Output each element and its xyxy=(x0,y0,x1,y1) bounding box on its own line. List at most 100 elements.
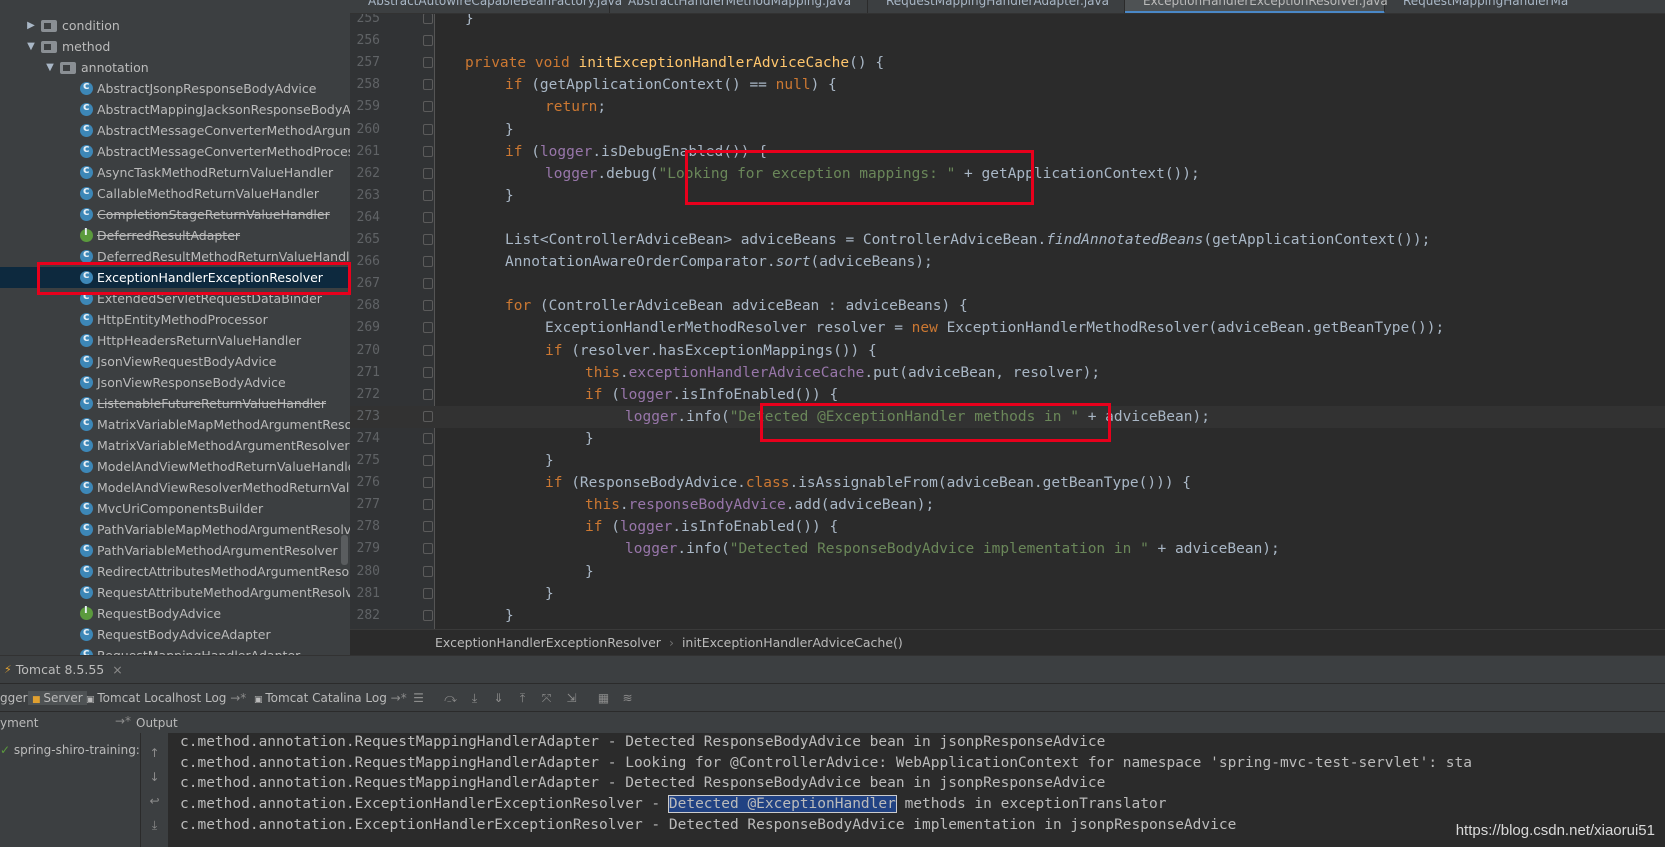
tree-class-item[interactable]: RedirectAttributesMethodArgumentResolve xyxy=(0,561,350,582)
tree-folder-item[interactable]: ▶ condition xyxy=(0,15,350,36)
run-tab-debugger[interactable]: gger xyxy=(0,691,28,705)
run-tab-localhost-log[interactable]: ▣ Tomcat Localhost Log →* xyxy=(86,691,246,705)
run-config-tab[interactable]: Tomcat 8.5.55 xyxy=(16,662,105,677)
run-tab-catalina-log[interactable]: ▣ Tomcat Catalina Log →* xyxy=(254,691,407,705)
tree-class-item[interactable]: MatrixVariableMethodArgumentResolver xyxy=(0,435,350,456)
code-editor[interactable]: 255} 256 257 private void initExceptionHand… xyxy=(350,14,1665,629)
tree-class-item[interactable]: ExceptionHandlerExceptionResolver xyxy=(0,267,350,288)
trace-icon[interactable]: ≋ xyxy=(621,692,634,704)
fold-marker-icon[interactable] xyxy=(423,455,433,466)
tree-class-item[interactable]: ListenableFutureReturnValueHandler xyxy=(0,393,350,414)
fold-marker-icon[interactable] xyxy=(423,477,433,489)
run-tab-server[interactable]: ■ Server xyxy=(28,691,87,705)
fold-marker-icon[interactable] xyxy=(423,587,433,599)
class-icon xyxy=(80,142,93,158)
deployment-item[interactable]: ✓ spring-shiro-training:w xyxy=(0,743,150,757)
line-number: 268 xyxy=(356,298,380,314)
breadcrumb-method[interactable]: initExceptionHandlerAdviceCache() xyxy=(682,635,903,650)
fold-marker-icon[interactable] xyxy=(423,344,433,356)
tree-class-item[interactable]: HttpHeadersReturnValueHandler xyxy=(0,330,350,351)
line-number: 255 xyxy=(356,14,380,26)
breadcrumb-class[interactable]: ExceptionHandlerExceptionResolver xyxy=(435,635,661,650)
tree-class-item[interactable]: AbstractMessageConverterMethodArgume xyxy=(0,120,350,141)
expand-arrow-icon[interactable]: ▼ xyxy=(25,41,37,52)
fold-marker-icon[interactable] xyxy=(423,145,433,157)
tree-scrollbar[interactable] xyxy=(341,535,348,565)
tree-class-item[interactable]: MvcUriComponentsBuilder xyxy=(0,498,350,519)
tree-class-item[interactable]: AsyncTaskMethodReturnValueHandler xyxy=(0,162,350,183)
step-into-icon[interactable]: ⤓ xyxy=(468,692,481,704)
fold-marker-icon[interactable] xyxy=(423,388,433,400)
run-to-cursor-icon[interactable]: ⇲ xyxy=(565,692,578,704)
expand-arrow-icon[interactable]: ▼ xyxy=(44,62,56,73)
code-text: List<ControllerAdviceBean> adviceBeans =… xyxy=(505,229,1430,251)
fold-marker-icon[interactable] xyxy=(423,57,433,69)
tree-class-item[interactable]: RequestAttributeMethodArgumentResolver xyxy=(0,582,350,603)
fold-marker-icon[interactable] xyxy=(423,189,433,201)
tree-folder-item[interactable]: ▼ method xyxy=(0,36,350,57)
editor-tab[interactable]: AbstractHandlerMethodMapping.java xyxy=(610,0,868,13)
tree-class-item[interactable]: ExtendedServletRequestDataBinder xyxy=(0,288,350,309)
tree-class-item[interactable]: DeferredResultAdapter xyxy=(0,225,350,246)
tree-class-item[interactable]: RequestBodyAdviceAdapter xyxy=(0,624,350,645)
fold-marker-icon[interactable] xyxy=(423,167,433,179)
fold-marker-icon[interactable] xyxy=(423,543,433,555)
console-output[interactable]: c.method.annotation.RequestMappingHandle… xyxy=(168,733,1665,847)
fold-marker-icon[interactable] xyxy=(423,101,433,113)
fold-marker-icon[interactable] xyxy=(423,14,433,24)
tree-class-item[interactable]: MatrixVariableMapMethodArgumentResolv xyxy=(0,414,350,435)
tree-class-item[interactable]: CompletionStageReturnValueHandler xyxy=(0,204,350,225)
force-step-into-icon[interactable]: ⇓ xyxy=(492,692,505,704)
fold-marker-icon[interactable] xyxy=(423,499,433,511)
editor-tab[interactable]: ExceptionHandlerExceptionResolver.java xyxy=(1125,0,1388,13)
pin-icon[interactable]: →* xyxy=(115,714,131,728)
fold-marker-icon[interactable] xyxy=(423,609,433,621)
step-out-icon[interactable]: ⤒ xyxy=(516,692,529,704)
tree-class-item[interactable]: AbstractMappingJacksonResponseBodyAd xyxy=(0,99,350,120)
down-arrow-icon[interactable]: ↓ xyxy=(148,771,161,783)
tree-class-item[interactable]: JsonViewRequestBodyAdvice xyxy=(0,351,350,372)
tree-class-item[interactable]: RequestBodyAdvice xyxy=(0,603,350,624)
tree-class-item[interactable]: PathVariableMethodArgumentResolver xyxy=(0,540,350,561)
fold-marker-icon[interactable] xyxy=(423,278,433,290)
editor-tab[interactable]: RequestMappingHandlerAdapter.java xyxy=(868,0,1125,13)
evaluate-icon[interactable]: ▦ xyxy=(597,692,610,704)
fold-marker-icon[interactable] xyxy=(423,123,433,135)
tree-class-item[interactable]: CallableMethodReturnValueHandler xyxy=(0,183,350,204)
tree-class-item[interactable]: DeferredResultMethodReturnValueHandler xyxy=(0,246,350,267)
tree-class-item[interactable]: HttpEntityMethodProcessor xyxy=(0,309,350,330)
tree-class-item[interactable]: AbstractJsonpResponseBodyAdvice xyxy=(0,78,350,99)
tree-class-item[interactable]: ModelAndViewMethodReturnValueHandler xyxy=(0,456,350,477)
close-icon[interactable]: × xyxy=(112,662,122,677)
drop-frame-icon[interactable]: ⤧ xyxy=(540,692,553,704)
up-arrow-icon[interactable]: ↑ xyxy=(148,747,161,759)
fold-marker-icon[interactable] xyxy=(423,300,433,312)
tree-class-item[interactable]: PathVariableMapMethodArgumentResolver xyxy=(0,519,350,540)
step-over-icon[interactable]: ⤼ xyxy=(444,692,457,704)
fold-marker-icon[interactable] xyxy=(423,256,433,268)
editor-tab[interactable]: RequestMappingHandlerMa xyxy=(1385,0,1665,13)
code-text: } xyxy=(465,14,474,30)
tree-class-item[interactable]: RequestMappingHandlerAdapter xyxy=(0,645,350,655)
tree-class-item[interactable]: ModelAndViewResolverMethodReturnValue xyxy=(0,477,350,498)
fold-marker-icon[interactable] xyxy=(423,432,433,444)
fold-marker-icon[interactable] xyxy=(423,211,433,223)
soft-wrap-icon[interactable]: ↩ xyxy=(148,795,161,807)
tree-class-item[interactable]: AbstractMessageConverterMethodProcess xyxy=(0,141,350,162)
collapse-arrow-icon[interactable]: ▶ xyxy=(25,20,37,31)
tree-folder-item[interactable]: ▼ annotation xyxy=(0,57,350,78)
code-token: } xyxy=(585,563,594,580)
menu-icon[interactable]: ☰ xyxy=(412,692,425,704)
fold-marker-icon[interactable] xyxy=(423,234,433,245)
code-line: 258 if (getApplicationContext() == null) … xyxy=(350,74,1665,96)
fold-marker-icon[interactable] xyxy=(423,322,433,334)
editor-tab[interactable]: AbstractAutowireCapableBeanFactory.java xyxy=(350,0,622,13)
fold-marker-icon[interactable] xyxy=(423,79,433,91)
tree-class-item[interactable]: JsonViewResponseBodyAdvice xyxy=(0,372,350,393)
fold-marker-icon[interactable] xyxy=(423,366,433,378)
scroll-to-end-icon[interactable]: ⤓ xyxy=(148,819,161,831)
fold-marker-icon[interactable] xyxy=(423,521,433,533)
fold-marker-icon[interactable] xyxy=(423,35,433,47)
fold-marker-icon[interactable] xyxy=(423,410,433,422)
fold-marker-icon[interactable] xyxy=(423,565,433,577)
